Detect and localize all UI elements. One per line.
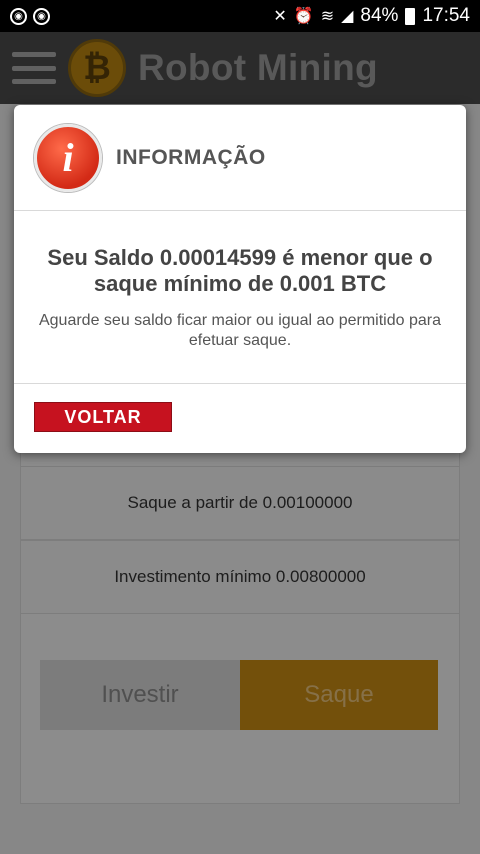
dialog-header: i INFORMAÇÃO [14,105,466,211]
dialog-message: Seu Saldo 0.00014599 é menor que o saque… [47,245,433,296]
dialog-title: INFORMAÇÃO [116,145,266,169]
voltar-button[interactable]: VOLTAR [34,402,172,432]
wifi-icon: ≋ [320,8,335,25]
clock: 17:54 [422,5,470,26]
dialog-body: Seu Saldo 0.00014599 é menor que o saque… [14,211,466,384]
info-icon: i [34,123,102,192]
notification-icon: ◉ [33,7,50,25]
signal-icon: ◢ [341,8,354,25]
status-left: ◉ ◉ [0,7,50,25]
info-dialog: i INFORMAÇÃO Seu Saldo 0.00014599 é meno… [14,105,466,453]
battery-icon [405,7,416,25]
dialog-submessage: Aguarde seu saldo ficar maior ou igual a… [38,312,441,349]
status-right: ✕ ⏰ ≋ ◢ 84% 17:54 [273,5,480,27]
status-bar: ◉ ◉ ✕ ⏰ ≋ ◢ 84% 17:54 [0,0,480,32]
battery-percent: 84% [360,5,399,26]
alarm-icon: ⏰ [293,8,314,25]
notification-icon: ◉ [10,7,27,25]
mute-icon: ✕ [273,8,287,25]
